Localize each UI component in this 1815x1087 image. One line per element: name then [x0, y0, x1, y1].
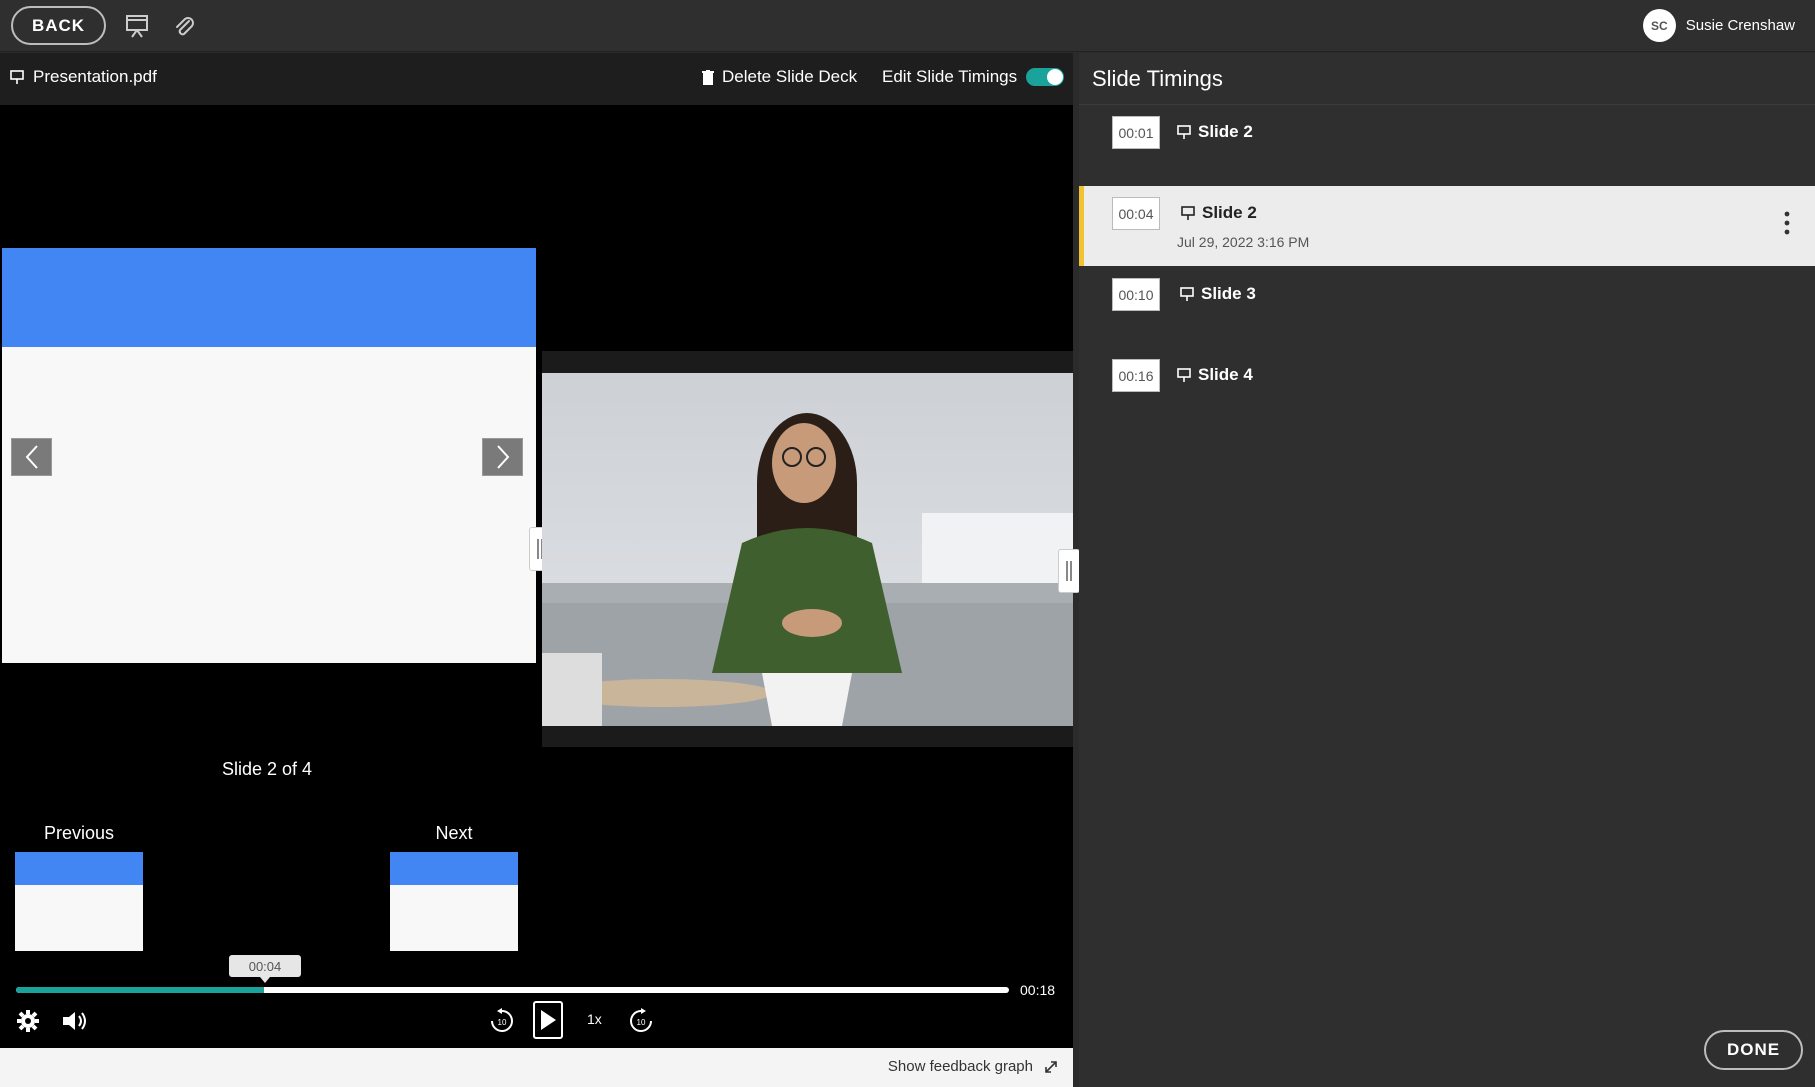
feedback-bar: Show feedback graph [0, 1048, 1073, 1087]
show-feedback-graph-link[interactable]: Show feedback graph [888, 1058, 1059, 1075]
presentation-icon[interactable] [122, 11, 152, 41]
back-button[interactable]: BACK [11, 6, 106, 45]
next-label: Next [435, 823, 473, 843]
previous-slide-arrow[interactable] [11, 438, 52, 476]
done-button[interactable]: DONE [1704, 1030, 1803, 1070]
presentation-icon [1180, 287, 1194, 301]
slide-header-band [2, 248, 536, 347]
presentation-icon [1181, 206, 1195, 220]
user-menu[interactable]: SC Susie Crenshaw [1642, 9, 1795, 42]
current-slide [2, 248, 536, 663]
timing-time[interactable]: 00:10 [1112, 278, 1160, 311]
timing-slide: Slide 3 [1179, 284, 1256, 304]
presentation-icon [1177, 368, 1191, 382]
presentation-icon [10, 70, 24, 84]
file-name: Presentation.pdf [9, 67, 157, 87]
presenter-video[interactable] [542, 373, 1073, 726]
next-slide-thumbnail[interactable] [390, 852, 518, 951]
timing-slide-label: Slide 2 [1202, 203, 1257, 222]
paperclip-icon[interactable] [169, 11, 199, 41]
chevron-right-icon [496, 445, 509, 469]
timing-slide-label: Slide 3 [1201, 284, 1256, 303]
timing-row[interactable]: 00:10 Slide 3 [1079, 267, 1815, 347]
previous-slide-thumbnail[interactable] [15, 852, 143, 951]
playback-speed-button[interactable]: 1x [587, 1011, 602, 1027]
delete-slide-deck-label: Delete Slide Deck [722, 67, 858, 86]
viewer-header: Presentation.pdf Delete Slide Deck Edit … [0, 53, 1073, 105]
show-feedback-graph-label: Show feedback graph [887, 1058, 1033, 1075]
edit-slide-timings-label: Edit Slide Timings [882, 67, 1018, 86]
more-options-icon[interactable] [1784, 211, 1790, 235]
timing-slide: Slide 2 [1180, 203, 1257, 223]
delete-slide-deck-button[interactable]: Delete Slide Deck [702, 67, 857, 87]
timing-slide-label: Slide 2 [1198, 122, 1253, 141]
timing-time[interactable]: 00:04 [1112, 197, 1160, 230]
timing-timestamp: Jul 29, 2022 3:16 PM [1177, 234, 1310, 250]
svg-text:10: 10 [498, 1018, 507, 1027]
video-frame [542, 351, 1073, 747]
duration: 00:18 [1020, 982, 1056, 998]
previous-label: Previous [43, 823, 115, 843]
presentation-icon [1177, 125, 1191, 139]
progress-bar[interactable] [16, 987, 1009, 993]
edit-slide-timings: Edit Slide Timings [882, 67, 1065, 87]
expand-icon [1045, 1060, 1057, 1073]
edit-slide-timings-toggle[interactable] [1026, 68, 1065, 86]
slide-timings-panel: Slide Timings 00:01 Slide 2 00:04 Slide … [1079, 53, 1815, 1087]
rewind-10-icon[interactable]: 10 [488, 1007, 516, 1035]
current-time-tooltip: 00:04 [229, 955, 301, 983]
slide-counter: Slide 2 of 4 [221, 759, 313, 779]
timing-row-active[interactable]: 00:04 Slide 2 Jul 29, 2022 3:16 PM [1079, 186, 1815, 266]
timing-slide-label: Slide 4 [1198, 365, 1253, 384]
avatar: SC [1642, 9, 1676, 42]
file-name-label: Presentation.pdf [33, 67, 157, 86]
svg-text:10: 10 [637, 1018, 646, 1027]
timing-time[interactable]: 00:01 [1112, 116, 1160, 149]
panel-resize-handle[interactable] [1058, 549, 1080, 593]
player-controls: 10 1x 10 [0, 997, 1073, 1044]
top-bar: BACK SC Susie Crenshaw [0, 0, 1815, 52]
timing-time[interactable]: 00:16 [1112, 359, 1160, 392]
panel-title: Slide Timings [1092, 66, 1223, 91]
play-icon [541, 1010, 556, 1030]
timing-slide: Slide 4 [1176, 365, 1253, 385]
settings-icon[interactable] [16, 1009, 40, 1033]
viewer-panel: Presentation.pdf Delete Slide Deck Edit … [0, 53, 1080, 1087]
user-name: Susie Crenshaw [1685, 17, 1795, 34]
timing-slide: Slide 2 [1176, 122, 1253, 142]
chevron-left-icon [25, 445, 38, 469]
forward-10-icon[interactable]: 10 [627, 1007, 655, 1035]
timing-row[interactable]: 00:16 Slide 4 [1079, 348, 1815, 428]
volume-icon[interactable] [61, 1009, 89, 1033]
play-button[interactable] [533, 1001, 563, 1039]
trash-icon [702, 69, 714, 85]
next-slide-arrow[interactable] [482, 438, 523, 476]
progress-fill [16, 987, 265, 993]
timing-row[interactable]: 00:01 Slide 2 [1079, 105, 1815, 185]
